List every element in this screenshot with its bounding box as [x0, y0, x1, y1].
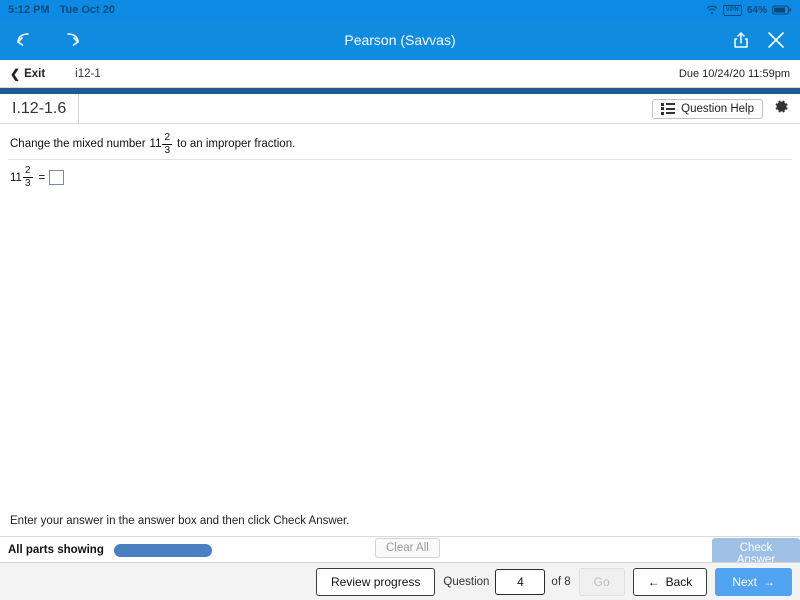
status-bar-right: VPN 64% — [706, 4, 792, 16]
question-title: I.12-1.6 — [0, 93, 80, 124]
gear-icon[interactable] — [773, 98, 790, 120]
back-arrow-icon[interactable] — [14, 30, 36, 50]
answer-input-box[interactable] — [49, 170, 65, 185]
answer-fraction: 2 3 — [22, 165, 33, 189]
app-title: Pearson (Savvas) — [344, 32, 456, 48]
question-help-label: Question Help — [681, 102, 754, 115]
answer-whole-number: 11 — [10, 171, 22, 184]
status-time: 5:12 PM — [8, 4, 50, 16]
assignment-id: i12-1 — [75, 67, 101, 80]
answer-fraction-numerator: 2 — [24, 165, 31, 176]
question-title-actions: Question Help — [652, 98, 800, 120]
answer-fraction-denominator: 3 — [24, 178, 31, 189]
clear-all-button[interactable]: Clear All — [375, 538, 440, 558]
next-button[interactable]: Next → — [715, 567, 792, 596]
question-help-button[interactable]: Question Help — [652, 98, 763, 119]
go-button[interactable]: Go — [578, 567, 625, 596]
prompt-text-before: Change the mixed number — [10, 137, 146, 150]
answer-row: 11 2 3 = — [10, 165, 65, 189]
question-label: Question — [443, 575, 490, 588]
chevron-left-icon: ❮ — [10, 66, 21, 81]
question-title-row: I.12-1.6 Question Help — [0, 93, 800, 124]
question-prompt: Change the mixed number 11 2 3 to an imp… — [10, 133, 790, 156]
due-date: Due 10/24/20 11:59pm — [678, 67, 790, 80]
wifi-icon — [706, 5, 718, 15]
app-bar-right-icons — [732, 30, 786, 50]
battery-percent: 64% — [746, 4, 767, 16]
prompt-text-after: to an improper fraction. — [177, 137, 296, 150]
parts-progress-bar — [113, 543, 212, 557]
answer-instruction: Enter your answer in the answer box and … — [10, 515, 350, 527]
assignment-sub-header: ❮ Exit i12-1 Due 10/24/20 11:59pm — [0, 60, 800, 88]
list-icon — [661, 103, 675, 115]
share-icon[interactable] — [732, 30, 750, 50]
question-body: Change the mixed number 11 2 3 to an imp… — [0, 125, 800, 156]
ios-status-bar: 5:12 PM Tue Oct 20 VPN 64% — [0, 0, 800, 20]
battery-icon — [772, 5, 792, 15]
question-number-input[interactable] — [495, 568, 546, 595]
exit-button[interactable]: ❮ Exit — [10, 67, 45, 81]
parts-showing-label: All parts showing — [8, 544, 104, 556]
status-date: Tue Oct 20 — [59, 4, 116, 16]
browser-nav-icons — [14, 30, 82, 50]
prompt-fraction: 2 3 — [162, 132, 173, 156]
arrow-left-icon: ← — [647, 574, 660, 589]
prompt-fraction-denominator: 3 — [164, 145, 171, 156]
exit-label: Exit — [24, 67, 46, 80]
review-progress-button[interactable]: Review progress — [316, 567, 436, 596]
forward-arrow-icon[interactable] — [60, 30, 82, 50]
bottom-navigation-bar: Review progress Question of 8 Go ← Back … — [0, 562, 800, 600]
prompt-fraction-numerator: 2 — [164, 132, 171, 143]
close-icon[interactable] — [766, 30, 786, 50]
question-total-label: of 8 — [551, 575, 571, 588]
pearson-savvas-app: 5:12 PM Tue Oct 20 VPN 64% Pearson (Savv… — [0, 0, 800, 600]
next-label: Next — [732, 574, 757, 589]
prompt-whole-number: 11 — [149, 137, 162, 150]
review-progress-label: Review progress — [331, 574, 421, 589]
question-divider — [8, 159, 792, 160]
question-jump-group: Question of 8 — [443, 568, 571, 595]
back-label: Back — [665, 574, 693, 589]
equals-sign: = — [38, 171, 46, 184]
back-button[interactable]: ← Back — [632, 567, 708, 596]
app-toolbar: Pearson (Savvas) — [0, 20, 800, 60]
arrow-right-icon: → — [763, 574, 775, 589]
footer-divider — [0, 536, 800, 537]
vpn-badge: VPN — [722, 4, 742, 16]
status-bar-left: 5:12 PM Tue Oct 20 — [8, 4, 115, 16]
